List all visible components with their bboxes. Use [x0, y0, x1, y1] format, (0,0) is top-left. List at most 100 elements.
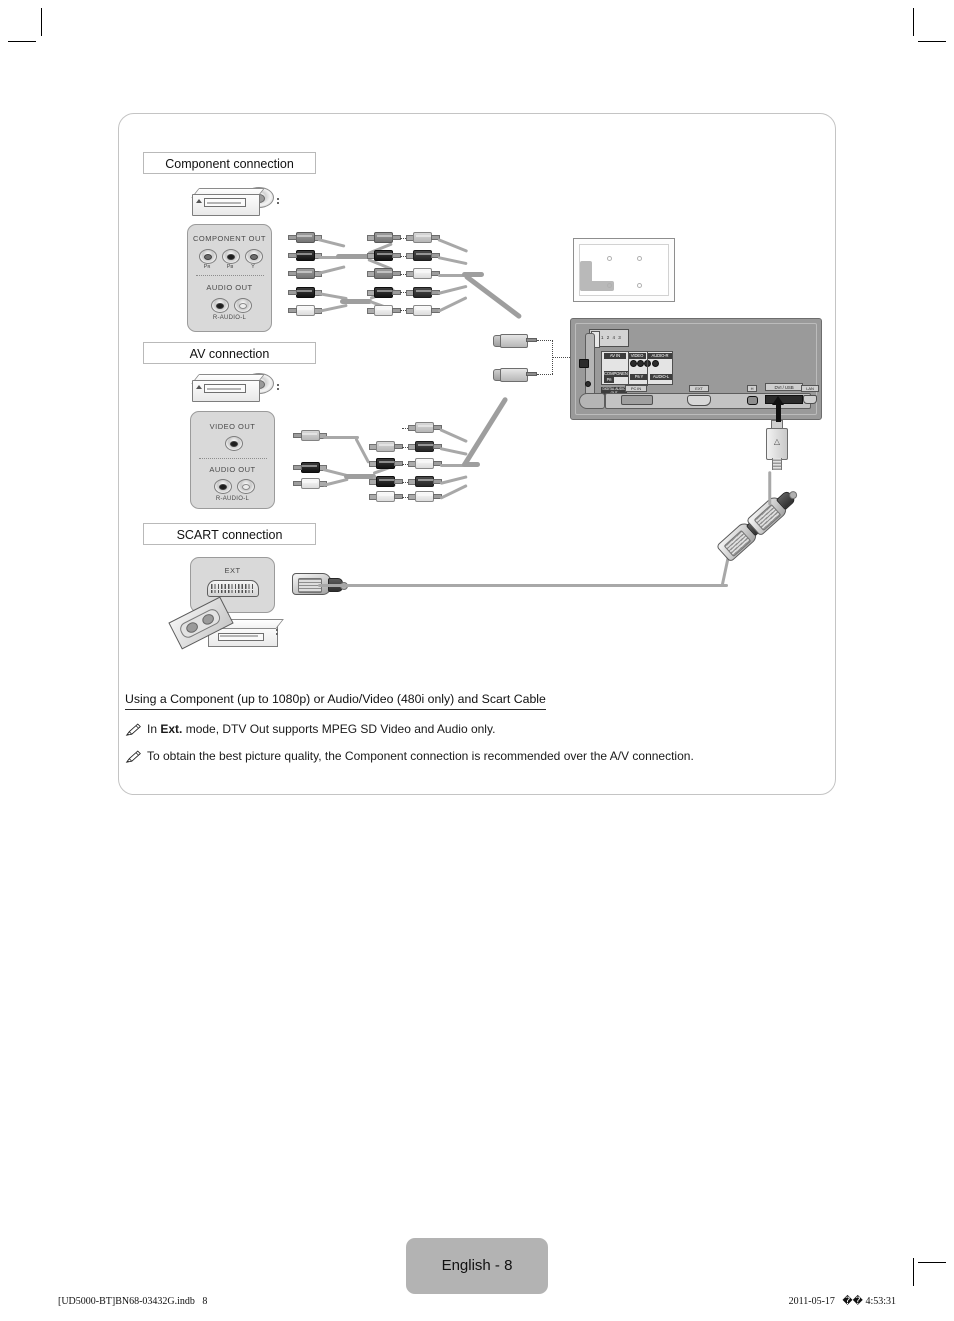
audio-l-label: AUDIO-L: [650, 374, 672, 380]
panel-divider: [196, 275, 264, 276]
usb-port: [765, 395, 803, 404]
crop-mark-top-left-vertical: [41, 8, 42, 36]
mount-screw-tr: [637, 256, 642, 261]
usb-insert-arrow: [772, 396, 784, 405]
usb-arrow-stem: [776, 404, 781, 422]
jack-audio-l: [234, 298, 252, 313]
rca-mid-c1: [367, 232, 401, 243]
rca-right-av2: [408, 441, 442, 452]
eject-icon: [196, 385, 202, 389]
rca-plug-c3: [288, 268, 322, 279]
note-item: In Ext. mode, DTV Out supports MPEG SD V…: [125, 722, 825, 737]
cable-av-video: [323, 436, 359, 439]
cable-scart-run: [318, 584, 728, 587]
footer-timestamp: 2011-05-17 �� 4:53:31: [788, 1296, 896, 1307]
mount-screw-bl: [607, 283, 612, 288]
ext-scart-port: [687, 395, 711, 406]
note-item: To obtain the best picture quality, the …: [125, 749, 825, 764]
note-bold: Ext.: [160, 722, 183, 736]
rca-plug-c4: [288, 287, 322, 298]
component-audio-caption: R-AUDIO-L: [212, 315, 247, 321]
rca-mid-av-r2: [369, 476, 403, 487]
dvd-tray-slot: [204, 384, 246, 393]
jack-label-pr: Pʀ: [203, 264, 211, 270]
mini-plug-path-bottom: [537, 374, 553, 375]
dvd-player-av-icon: [191, 372, 282, 406]
crop-mark-bottom-right-vertical: [913, 1258, 914, 1286]
dvd-indicator-dots: [277, 384, 279, 392]
jack-y: [245, 249, 263, 264]
jack-pb: [222, 249, 240, 264]
dtv-out-plug-body: [766, 428, 788, 460]
rca-right-c5: [406, 305, 440, 316]
video-label: VIDEO: [628, 353, 646, 359]
pencil-note-icon: [125, 723, 142, 737]
rca-plug-av-audio-l: [293, 478, 327, 489]
rca-mid-c5: [367, 305, 401, 316]
rca-right-av4: [408, 476, 442, 487]
page-number-badge: English - 8: [406, 1238, 548, 1294]
av-audio-caption: R-AUDIO-L: [215, 496, 250, 502]
note-text: In Ext. mode, DTV Out supports MPEG SD V…: [147, 722, 495, 737]
tv-front-view: [573, 238, 675, 302]
hdmi-label: 1 2 4 3: [601, 335, 622, 340]
cable-bundle-component-bottom: [340, 299, 372, 304]
dvd-indicator-dots: [277, 198, 279, 206]
mount-screw-br: [637, 283, 642, 288]
jack-label-pb: Pʙ: [226, 264, 234, 270]
rca-right-av3: [408, 458, 442, 469]
rca-right-av1: [408, 422, 442, 433]
cable-bundle-component-top: [336, 254, 370, 259]
tv-back-panel: 1 2 4 3 AV IN VIDEO AUDIO-R COMPONENT Pʀ…: [570, 318, 822, 420]
lan-label: LAN: [801, 385, 819, 392]
section-title-av: AV connection: [143, 342, 316, 364]
component-out-panel: COMPONENT OUT Pʀ Pʙ Y AUDIO OUT R-AUDIO-…: [187, 224, 272, 332]
note-post: mode, DTV Out supports MPEG SD Video and…: [182, 722, 496, 736]
jack-comp-pb-in: [637, 360, 644, 367]
rca-right-av5: [408, 491, 442, 502]
dvi-usb-label: DVI / USB: [765, 383, 803, 391]
scart-socket: [207, 580, 259, 597]
note-post: To obtain the best picture quality, the …: [147, 749, 694, 763]
section-title-scart: SCART connection: [143, 523, 316, 545]
mini-plug-path-top: [537, 340, 553, 341]
hdmi-port-group: 1 2 4 3: [589, 329, 629, 348]
av-out-panel: VIDEO OUT AUDIO OUT R-AUDIO-L: [190, 411, 275, 509]
av-audio-out-label: AUDIO OUT: [209, 465, 256, 474]
jack-label-y: Y: [251, 264, 255, 270]
cable-guide-foot: [579, 393, 605, 409]
lan-port: [803, 395, 817, 404]
crop-mark-top-right-horizontal: [918, 41, 946, 42]
aux-socket: [585, 381, 591, 387]
section-title-component: Component connection: [143, 152, 316, 174]
eject-icon: [196, 199, 202, 203]
rca-plug-c1: [288, 232, 322, 243]
rca-mid-c4: [367, 287, 401, 298]
pc-in-label: PC IN: [625, 385, 647, 392]
cable-adapter-link: [768, 471, 772, 506]
av-in-socket: [579, 359, 589, 368]
rca-right-c4: [406, 287, 440, 298]
crop-mark-top-right-vertical: [913, 8, 914, 36]
component-label: COMPONENT: [604, 371, 628, 377]
dtv-out-plug: [766, 420, 788, 470]
notes-section: Using a Component (up to 1080p) or Audio…: [125, 690, 825, 764]
rca-mid-c3: [367, 268, 401, 279]
audio-r-label: AUDIO-R: [648, 353, 672, 359]
ext-label: EXT: [224, 566, 241, 575]
rca-plug-c2: [288, 250, 322, 261]
crop-mark-top-left-horizontal: [8, 41, 36, 42]
av-in-label: AV IN: [604, 353, 626, 359]
note-text: To obtain the best picture quality, the …: [147, 749, 694, 764]
rca-right-c3: [406, 268, 440, 279]
dtv-out-plug-strain-relief: [772, 458, 782, 470]
notes-heading: Using a Component (up to 1080p) or Audio…: [125, 692, 546, 710]
pr-label: Pʀ: [604, 377, 614, 383]
rca-mid-av-l: [369, 491, 403, 502]
pencil-note-icon: [125, 750, 142, 764]
rca-mid-av-video2: [369, 441, 403, 452]
ext-label-tv: EXT: [689, 385, 709, 392]
dvd-player-component-icon: [191, 186, 282, 220]
rca-mid-c2: [367, 250, 401, 261]
jack-audio-r-in: [652, 360, 659, 367]
